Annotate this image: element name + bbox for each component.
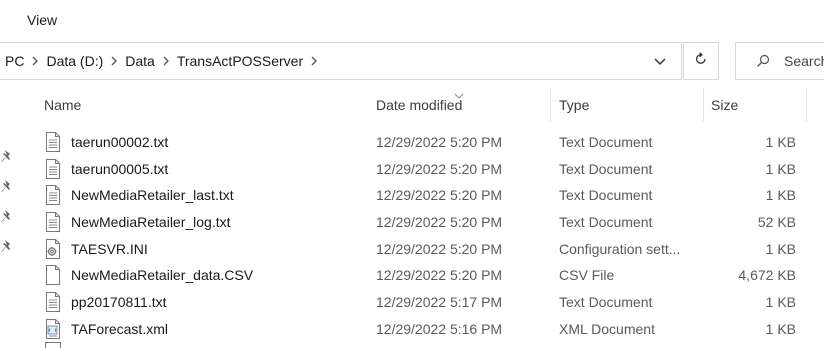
file-type: Text Document: [559, 187, 653, 204]
file-row[interactable]: NewMediaRetailer_log.txt 12/29/2022 5:20…: [30, 209, 824, 236]
pin-icon: [1, 209, 13, 223]
text-file-icon: [45, 158, 61, 179]
pin-icon: [1, 239, 13, 253]
file-size: 1 KB: [765, 187, 796, 204]
file-type: Text Document: [559, 160, 653, 177]
refresh-button[interactable]: [683, 42, 719, 80]
text-file-icon: [45, 132, 61, 152]
column-divider[interactable]: [703, 88, 704, 122]
file-date-modified: 12/29/2022 5:20 PM: [376, 134, 503, 150]
file-date-modified: 12/29/2022 5:20 PM: [376, 214, 503, 231]
file-row[interactable]: pp20170811.txt 12/29/2022 5:17 PM Text D…: [30, 289, 824, 316]
ribbon: View: [0, 0, 824, 38]
blank-file-icon: [45, 265, 61, 286]
file-size: 4,672 KB: [738, 267, 796, 284]
chevron-right-icon[interactable]: [26, 56, 44, 66]
address-bar[interactable]: PC Data (D:) Data TransActPOSServer: [0, 42, 682, 80]
chevron-right-icon[interactable]: [105, 56, 123, 66]
file-date-modified: 12/29/2022 5:20 PM: [376, 267, 503, 284]
xml-file-icon: [45, 318, 61, 339]
file-list: taerun00002.txt 12/29/2022 5:20 PM Text …: [30, 129, 824, 343]
file-row[interactable]: TAESVR.INI 12/29/2022 5:20 PM Configurat…: [30, 236, 824, 263]
file-row[interactable]: TAForecast.xml 12/29/2022 5:16 PM XML Do…: [30, 316, 824, 343]
column-divider[interactable]: [550, 88, 551, 122]
breadcrumb-data-drive[interactable]: Data (D:): [44, 53, 105, 69]
file-type: Configuration sett...: [559, 240, 681, 257]
file-size: 1 KB: [765, 160, 796, 177]
file-name: taerun00005.txt: [71, 160, 169, 177]
file-date-modified: 12/29/2022 5:20 PM: [376, 240, 503, 257]
file-type: Text Document: [559, 134, 653, 150]
text-file-icon: [45, 212, 61, 233]
file-date-modified: 12/29/2022 5:20 PM: [376, 187, 503, 204]
file-size: 1 KB: [765, 320, 796, 337]
search-box[interactable]: [735, 42, 824, 80]
file-name: TAESVR.INI: [71, 240, 148, 257]
file-row[interactable]: NewMediaRetailer_data.CSV 12/29/2022 5:2…: [30, 262, 824, 289]
file-date-modified: 12/29/2022 5:17 PM: [376, 294, 503, 311]
refresh-icon: [694, 51, 708, 71]
file-type: CSV File: [559, 267, 615, 284]
file-icon: [45, 342, 61, 348]
column-header-size[interactable]: Size: [711, 88, 805, 122]
text-file-icon: [45, 292, 61, 313]
file-row[interactable]: NewMediaRetailer_last.txt 12/29/2022 5:2…: [30, 182, 824, 209]
file-size: 52 KB: [757, 214, 796, 231]
pin-icon: [1, 149, 13, 163]
column-header-date-modified[interactable]: Date modified: [376, 88, 550, 122]
breadcrumb-transactposserver[interactable]: TransActPOSServer: [175, 53, 305, 69]
file-size: 1 KB: [765, 134, 796, 150]
file-name: pp20170811.txt: [71, 294, 167, 311]
column-header-type[interactable]: Type: [559, 88, 709, 122]
file-type: XML Document: [559, 320, 655, 337]
chevron-right-icon[interactable]: [305, 56, 323, 66]
chevron-right-icon[interactable]: [157, 56, 175, 66]
file-row[interactable]: taerun00002.txt 12/29/2022 5:20 PM Text …: [30, 129, 824, 156]
file-name: NewMediaRetailer_log.txt: [71, 214, 231, 231]
file-type: Text Document: [559, 294, 653, 311]
file-size: 1 KB: [765, 240, 796, 257]
file-name: NewMediaRetailer_last.txt: [71, 187, 234, 204]
breadcrumb-data-folder[interactable]: Data: [123, 53, 157, 69]
file-size: 1 KB: [765, 294, 796, 311]
file-date-modified: 12/29/2022 5:16 PM: [376, 320, 503, 337]
file-row[interactable]: taerun00005.txt 12/29/2022 5:20 PM Text …: [30, 156, 824, 183]
chevron-down-icon[interactable]: [649, 54, 671, 70]
file-name: taerun00002.txt: [71, 134, 169, 150]
view-menu[interactable]: View: [27, 12, 57, 28]
file-name: TAForecast.xml: [71, 320, 168, 337]
column-divider[interactable]: [806, 88, 807, 122]
text-file-icon: [45, 185, 61, 206]
breadcrumb: PC Data (D:) Data TransActPOSServer: [0, 43, 323, 79]
search-icon: [756, 54, 770, 73]
file-name: NewMediaRetailer_data.CSV: [71, 267, 254, 284]
column-header-row: Name Date modified Type Size: [30, 88, 824, 122]
file-type: Text Document: [559, 214, 653, 231]
column-header-name[interactable]: Name: [44, 88, 359, 122]
search-input[interactable]: [784, 52, 824, 70]
breadcrumb-pc[interactable]: PC: [0, 53, 26, 69]
config-file-icon: [45, 238, 61, 259]
pin-icon: [1, 179, 13, 193]
file-row-partial: [30, 342, 824, 348]
file-date-modified: 12/29/2022 5:20 PM: [376, 160, 503, 177]
